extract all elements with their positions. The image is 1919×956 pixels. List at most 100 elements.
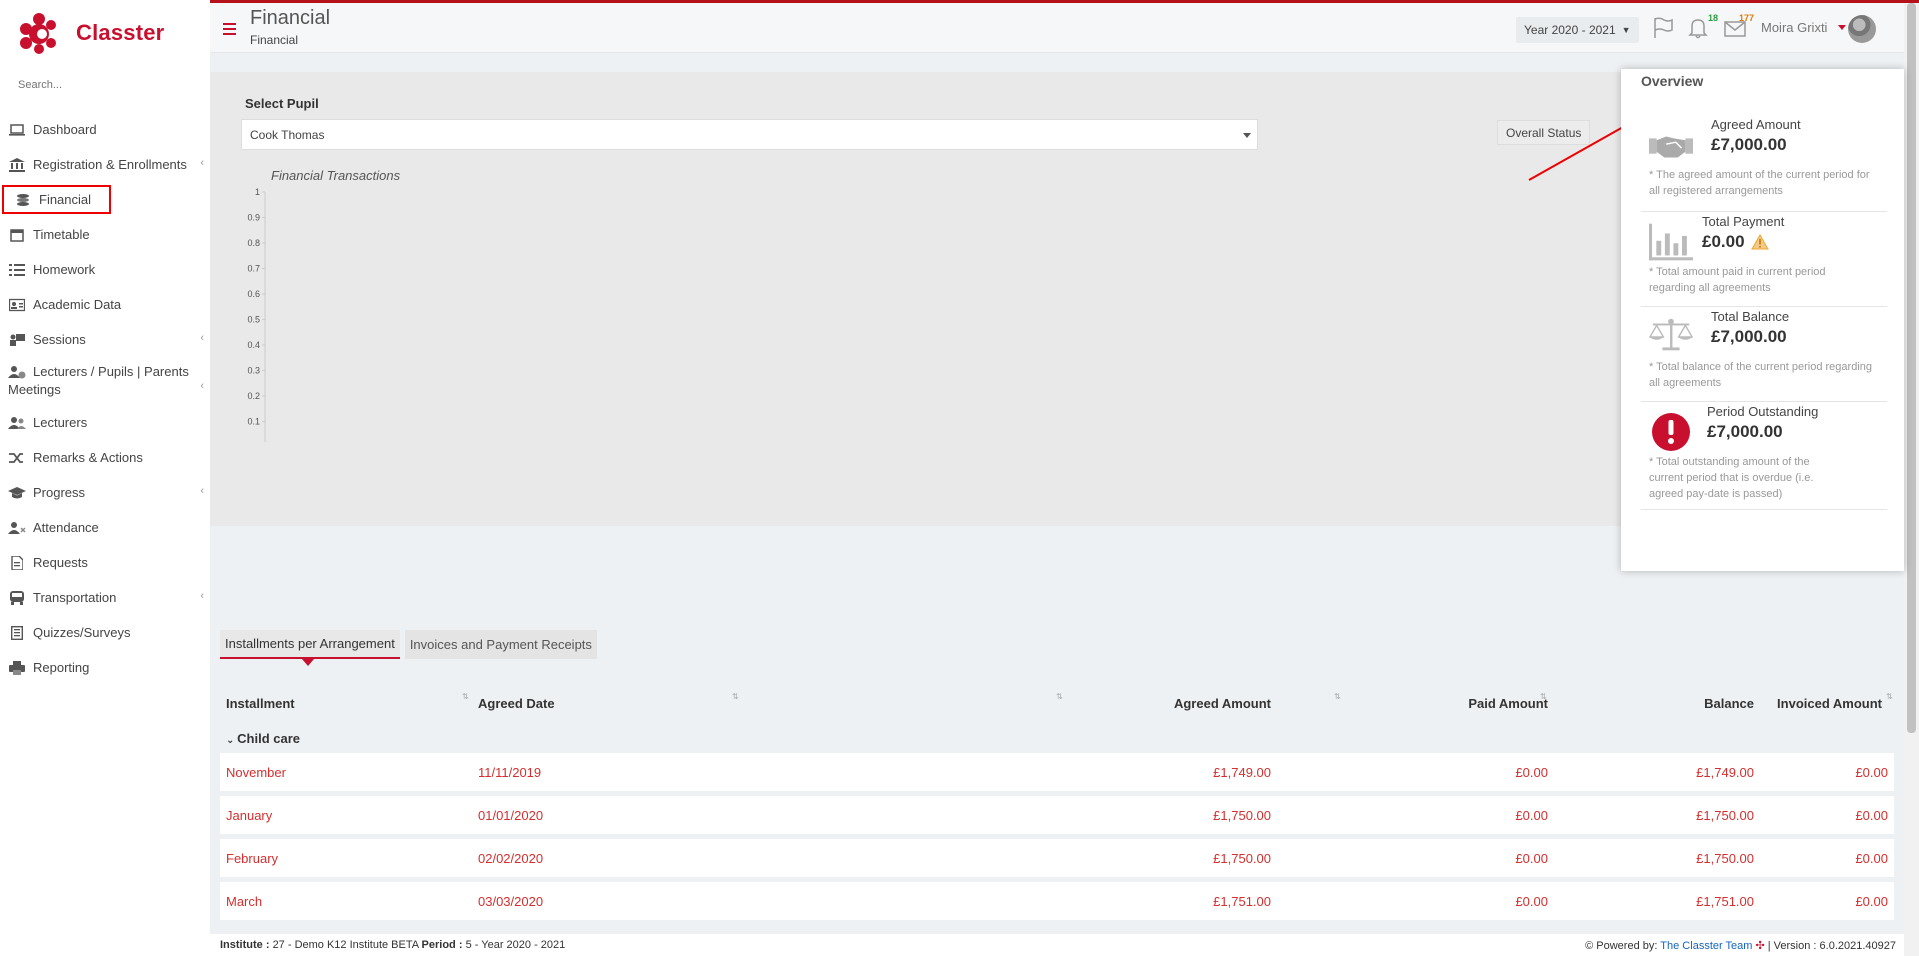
classter-logo-icon [20, 13, 56, 54]
document-icon [8, 555, 26, 570]
column-header-balance[interactable]: Balance [1704, 696, 1754, 711]
column-label: Agreed Amount [1173, 696, 1271, 711]
cell-agreed-date: 11/11/2019 [478, 765, 542, 780]
sort-icon[interactable]: ⇅ [462, 692, 469, 701]
overview-value: £7,000.00 [1711, 327, 1787, 346]
sort-icon[interactable]: ⇅ [1886, 692, 1893, 701]
sidebar-item-timetable[interactable]: Timetable [0, 217, 210, 252]
overview-value: £7,000.00 [1711, 135, 1787, 154]
cell-invoiced-amount: £0.00 [1855, 808, 1888, 823]
sidebar-item-progress[interactable]: Progress ‹ [0, 475, 210, 510]
table-row[interactable]: February 02/02/2020 £1,750.00 £0.00 £1,7… [220, 839, 1894, 877]
flag-icon[interactable] [1652, 17, 1676, 41]
checklist-icon [8, 625, 26, 640]
sidebar: Classter Dashboard Registration & Enroll… [0, 0, 210, 956]
table-row[interactable]: March 03/03/2020 £1,751.00 £0.00 £1,751.… [220, 882, 1894, 920]
sidebar-item-attendance[interactable]: Attendance [0, 510, 210, 545]
sidebar-item-financial[interactable]: Financial [0, 182, 210, 217]
page-header: Financial Financial Year 2020 - 2021 ▼ 1… [210, 3, 1904, 53]
overview-note: * Total balance of the current period re… [1649, 361, 1872, 389]
classter-team-link[interactable]: The Classter Team [1660, 940, 1752, 952]
group-row-child-care[interactable]: ⌄ Child care [220, 718, 1894, 753]
page-title: Financial [250, 7, 331, 29]
group-name: Child care [237, 731, 301, 746]
user-name[interactable]: Moira Grixti [1761, 20, 1827, 35]
envelope-icon[interactable]: 177 [1724, 13, 1754, 41]
chart-title: Financial Transactions [271, 168, 401, 183]
column-label: Agreed Date [478, 696, 555, 711]
calendar-icon [8, 228, 26, 242]
select-pupil-label: Select Pupil [245, 96, 319, 111]
sidebar-item-requests[interactable]: Requests [0, 545, 210, 580]
year-selector[interactable]: Year 2020 - 2021 ▼ [1516, 17, 1639, 43]
column-header-agreed-amount[interactable]: Agreed Amount [1174, 696, 1271, 711]
sidebar-item-label: Dashboard [33, 122, 97, 137]
chevron-left-icon: ‹ [200, 332, 204, 344]
sidebar-item-label: Homework [33, 262, 96, 277]
avatar[interactable] [1848, 15, 1876, 43]
column-header-paid-amount[interactable]: Paid Amount [1468, 696, 1548, 711]
bell-icon[interactable]: 18 [1688, 13, 1718, 41]
cell-paid-amount: £0.00 [1515, 765, 1548, 780]
sidebar-item-reporting[interactable]: Reporting [0, 650, 210, 685]
search-input[interactable] [18, 79, 192, 91]
overview-note: * Total amount paid in current period re… [1649, 266, 1826, 294]
sidebar-item-label: Transportation [33, 590, 117, 605]
column-header-agreed-date[interactable]: Agreed Date [478, 696, 555, 711]
sidebar-item-homework[interactable]: Homework [0, 252, 210, 287]
column-header-invoiced-amount[interactable]: Invoiced Amount [1777, 696, 1882, 711]
column-header-installment[interactable]: Installment [226, 696, 295, 711]
y-tick-label: 0.5 [247, 315, 260, 325]
scrollbar-thumb[interactable] [1907, 3, 1916, 733]
sidebar-item-sessions[interactable]: Sessions ‹ [0, 322, 210, 357]
page-scrollbar[interactable] [1904, 3, 1919, 956]
user-caret-icon[interactable] [1838, 25, 1846, 30]
table-row[interactable]: November 11/11/2019 £1,749.00 £0.00 £1,7… [220, 753, 1894, 791]
sort-icon[interactable]: ⇅ [1056, 692, 1063, 701]
sidebar-item-quizzes[interactable]: Quizzes/Surveys [0, 615, 210, 650]
sort-icon[interactable]: ⇅ [1334, 692, 1341, 701]
sidebar-item-label: Reporting [33, 660, 90, 675]
search-box[interactable] [18, 74, 192, 96]
cell-agreed-amount: £1,751.00 [1213, 894, 1271, 909]
tab-pointer-icon [302, 659, 314, 666]
tab-installments[interactable]: Installments per Arrangement [220, 630, 400, 666]
list-icon [8, 263, 26, 277]
id-card-icon [8, 298, 26, 312]
y-tick-label: 0.9 [247, 213, 260, 223]
bus-icon [8, 590, 26, 605]
sidebar-item-meetings[interactable]: Lecturers / Pupils | Parents Meetings ‹ [0, 357, 210, 405]
cell-agreed-date: 01/01/2020 [478, 808, 544, 823]
table-row[interactable]: January 01/01/2020 £1,750.00 £0.00 £1,75… [220, 796, 1894, 834]
cell-installment: November [226, 765, 286, 780]
sidebar-item-lecturers[interactable]: Lecturers [0, 405, 210, 440]
sidebar-item-academic-data[interactable]: Academic Data [0, 287, 210, 322]
users-icon [8, 416, 26, 430]
cell-balance: £1,750.00 [1696, 851, 1754, 866]
cell-balance: £1,751.00 [1696, 894, 1754, 909]
cell-agreed-amount: £1,750.00 [1213, 851, 1271, 866]
sidebar-item-remarks[interactable]: Remarks & Actions [0, 440, 210, 475]
chevron-left-icon: ‹ [200, 485, 204, 497]
brand-name: Classter [76, 20, 165, 45]
sidebar-item-label: Progress [33, 485, 86, 500]
sidebar-item-registration[interactable]: Registration & Enrollments ‹ [0, 147, 210, 182]
balance-scale-icon [1649, 318, 1693, 351]
tab-invoices[interactable]: Invoices and Payment Receipts [404, 630, 597, 659]
sort-icon[interactable]: ⇅ [732, 692, 739, 701]
sort-icon[interactable]: ⇅ [1540, 692, 1547, 701]
pupil-select[interactable]: Cook Thomas [241, 119, 1258, 150]
hamburger-menu-icon[interactable] [223, 23, 236, 38]
column-label: Installment [226, 696, 295, 711]
year-value: Year 2020 - 2021 [1524, 23, 1616, 37]
installments-table: Installment ⇅ Agreed Date ⇅ Agreed Amoun… [220, 688, 1894, 925]
sidebar-item-dashboard[interactable]: Dashboard [0, 112, 210, 147]
logo[interactable]: Classter [0, 0, 210, 66]
period-value: 5 - Year 2020 - 2021 [465, 939, 566, 951]
cell-agreed-date: 02/02/2020 [478, 851, 544, 866]
chevron-down-icon: ⌄ [226, 735, 238, 746]
sidebar-item-transportation[interactable]: Transportation ‹ [0, 580, 210, 615]
y-tick-label: 0.1 [247, 417, 260, 427]
cell-paid-amount: £0.00 [1515, 851, 1548, 866]
column-label: Balance [1704, 696, 1754, 711]
